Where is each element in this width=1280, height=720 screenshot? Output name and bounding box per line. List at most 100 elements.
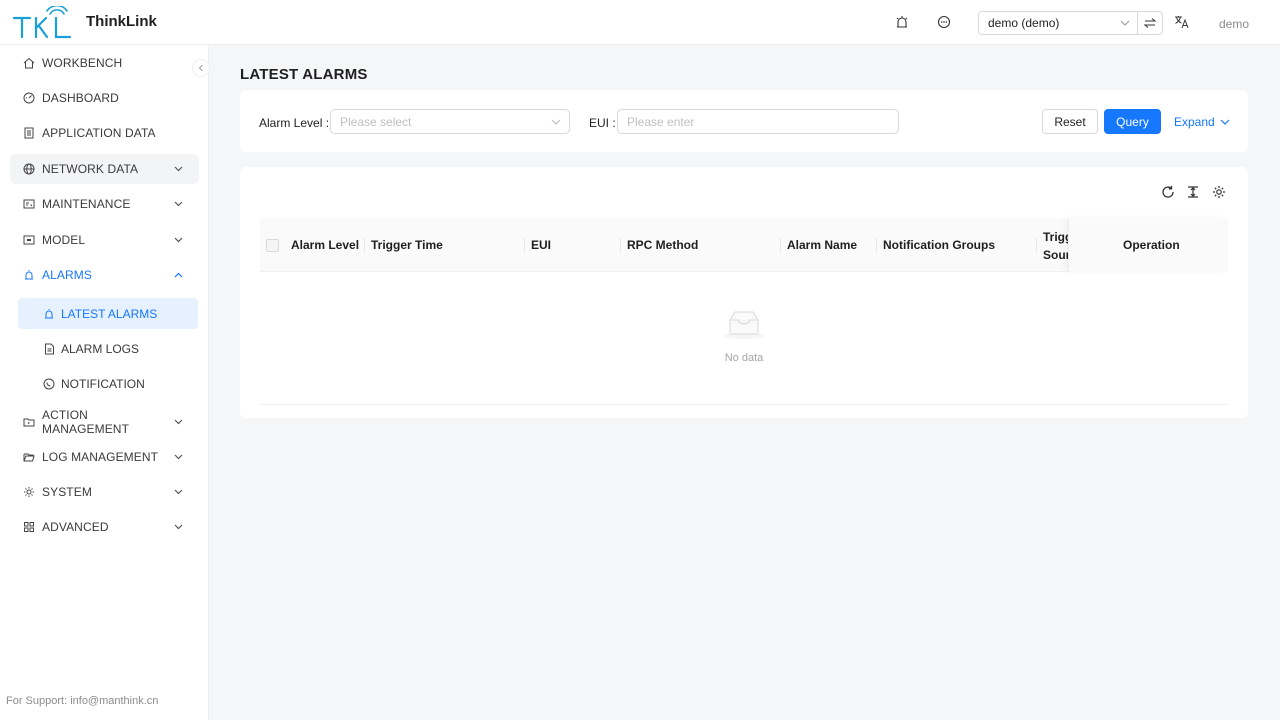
- column-divider: [620, 238, 621, 252]
- grid-icon: [22, 520, 36, 534]
- expand-button[interactable]: Expand: [1174, 115, 1230, 129]
- top-header: ThinkLink demo (demo) demo: [0, 0, 1280, 45]
- sidebar-item-label: MODEL: [42, 233, 86, 247]
- column-alarm-name[interactable]: Alarm Name: [787, 218, 857, 272]
- dashboard-icon: [22, 91, 36, 105]
- sidebar-subitem-alarm-logs[interactable]: ALARM LOGS: [18, 333, 198, 364]
- sidebar: WORKBENCH DASHBOARD APPLICATION DATA NET…: [0, 45, 210, 720]
- trigger-source-line2: Sour: [1043, 248, 1069, 262]
- sidebar-item-label: WORKBENCH: [42, 56, 123, 70]
- sidebar-item-workbench[interactable]: WORKBENCH: [10, 48, 199, 78]
- sidebar-item-advanced[interactable]: ADVANCED: [10, 512, 199, 542]
- alarm-icon[interactable]: [894, 14, 910, 30]
- sidebar-item-label: APPLICATION DATA: [42, 126, 156, 140]
- sidebar-item-maintenance[interactable]: MAINTENANCE: [10, 189, 199, 219]
- column-trigger-time[interactable]: Trigger Time: [371, 218, 443, 272]
- alarm-level-placeholder: Please select: [340, 114, 412, 129]
- thinklink-logo[interactable]: [12, 6, 74, 40]
- chevron-down-icon: [171, 454, 185, 460]
- column-notification-groups[interactable]: Notification Groups: [883, 218, 995, 272]
- chevron-down-icon: [171, 419, 185, 425]
- model-icon: [22, 233, 36, 247]
- density-icon[interactable]: [1185, 184, 1201, 200]
- user-name[interactable]: demo: [1219, 17, 1249, 31]
- sidebar-item-model[interactable]: MODEL: [10, 225, 199, 255]
- column-operation: Operation: [1068, 218, 1228, 272]
- sidebar-item-alarms[interactable]: ALARMS: [10, 260, 199, 290]
- chevron-down-icon: [171, 524, 185, 530]
- sidebar-item-application-data[interactable]: APPLICATION DATA: [10, 118, 199, 148]
- empty-inbox-icon: [724, 311, 764, 339]
- document-icon: [22, 126, 36, 140]
- alarm-table-card: Alarm Level Trigger Time EUI RPC Method …: [240, 167, 1248, 418]
- column-divider: [876, 238, 877, 252]
- tkl-logo-icon: [12, 6, 72, 39]
- eui-input[interactable]: Please enter: [617, 109, 899, 134]
- alarm-icon: [42, 307, 56, 321]
- alarm-icon: [22, 268, 36, 282]
- chevron-down-icon: [171, 489, 185, 495]
- sidebar-item-log-management[interactable]: LOG MANAGEMENT: [10, 442, 199, 472]
- expand-label: Expand: [1174, 115, 1215, 129]
- table-header: Alarm Level Trigger Time EUI RPC Method …: [260, 218, 1228, 272]
- chevron-down-icon: [171, 201, 185, 207]
- empty-state: No data: [260, 272, 1228, 405]
- globe-icon: [22, 162, 36, 176]
- sidebar-item-label: SYSTEM: [42, 485, 92, 499]
- column-rpc-method[interactable]: RPC Method: [627, 218, 698, 272]
- sidebar-item-label: ACTION MANAGEMENT: [42, 408, 130, 436]
- whatsapp-icon: [42, 377, 56, 391]
- file-icon: [42, 342, 56, 356]
- support-text: For Support: info@manthink.cn: [6, 695, 159, 707]
- alarm-level-select[interactable]: Please select: [330, 109, 570, 134]
- sidebar-item-label: ADVANCED: [42, 520, 109, 534]
- message-icon[interactable]: [936, 14, 952, 30]
- sidebar-subitem-label: LATEST ALARMS: [61, 306, 158, 321]
- swap-icon[interactable]: [1137, 12, 1162, 34]
- chevron-down-icon: [1113, 20, 1137, 26]
- column-trigger-source[interactable]: Trigg Sour: [1043, 228, 1069, 264]
- chevron-down-icon: [543, 119, 569, 125]
- reset-button[interactable]: Reset: [1042, 109, 1098, 134]
- trigger-source-line1: Trigg: [1043, 230, 1069, 244]
- app-name: ThinkLink: [86, 13, 157, 30]
- sidebar-subitem-notification[interactable]: NOTIFICATION: [18, 368, 198, 399]
- column-eui[interactable]: EUI: [531, 218, 551, 272]
- sidebar-item-label: ALARMS: [42, 268, 92, 282]
- sidebar-item-label: MAINTENANCE: [42, 197, 131, 211]
- settings-icon[interactable]: [1211, 184, 1227, 200]
- column-alarm-level[interactable]: Alarm Level: [291, 218, 359, 272]
- search-form: Alarm Level : Please select EUI : Please…: [240, 90, 1248, 152]
- organization-select[interactable]: demo (demo): [978, 11, 1163, 35]
- column-divider: [1036, 238, 1037, 252]
- sidebar-subitem-label: NOTIFICATION: [61, 376, 145, 391]
- chevron-down-icon: [171, 166, 185, 172]
- operation-label: Operation: [1123, 238, 1180, 252]
- column-divider: [364, 238, 365, 252]
- select-all-checkbox[interactable]: [266, 239, 279, 252]
- home-icon: [22, 56, 36, 70]
- sidebar-item-network-data[interactable]: NETWORK DATA: [10, 154, 199, 184]
- maintenance-icon: [22, 197, 36, 211]
- sidebar-item-label: DASHBOARD: [42, 91, 119, 105]
- eui-placeholder: Please enter: [627, 114, 695, 129]
- organization-value: demo (demo): [988, 16, 1060, 30]
- sidebar-item-system[interactable]: SYSTEM: [10, 477, 199, 507]
- sidebar-subitem-latest-alarms[interactable]: LATEST ALARMS: [18, 298, 198, 329]
- query-button[interactable]: Query: [1104, 109, 1161, 134]
- column-divider: [524, 238, 525, 252]
- refresh-icon[interactable]: [1160, 184, 1176, 200]
- chevron-down-icon: [1220, 119, 1230, 125]
- sidebar-subitem-label: ALARM LOGS: [61, 341, 140, 356]
- folder-icon: [22, 415, 36, 429]
- chevron-up-icon: [171, 272, 185, 278]
- empty-text: No data: [724, 352, 764, 364]
- page-title: LATEST ALARMS: [240, 66, 368, 83]
- eui-label: EUI :: [589, 116, 616, 130]
- alarm-level-label: Alarm Level :: [259, 116, 330, 130]
- sidebar-item-action-management[interactable]: ACTION MANAGEMENT: [10, 407, 199, 437]
- column-divider: [780, 238, 781, 252]
- sidebar-item-dashboard[interactable]: DASHBOARD: [10, 83, 199, 113]
- sidebar-item-label: LOG MANAGEMENT: [42, 450, 159, 464]
- translate-icon[interactable]: [1173, 14, 1189, 30]
